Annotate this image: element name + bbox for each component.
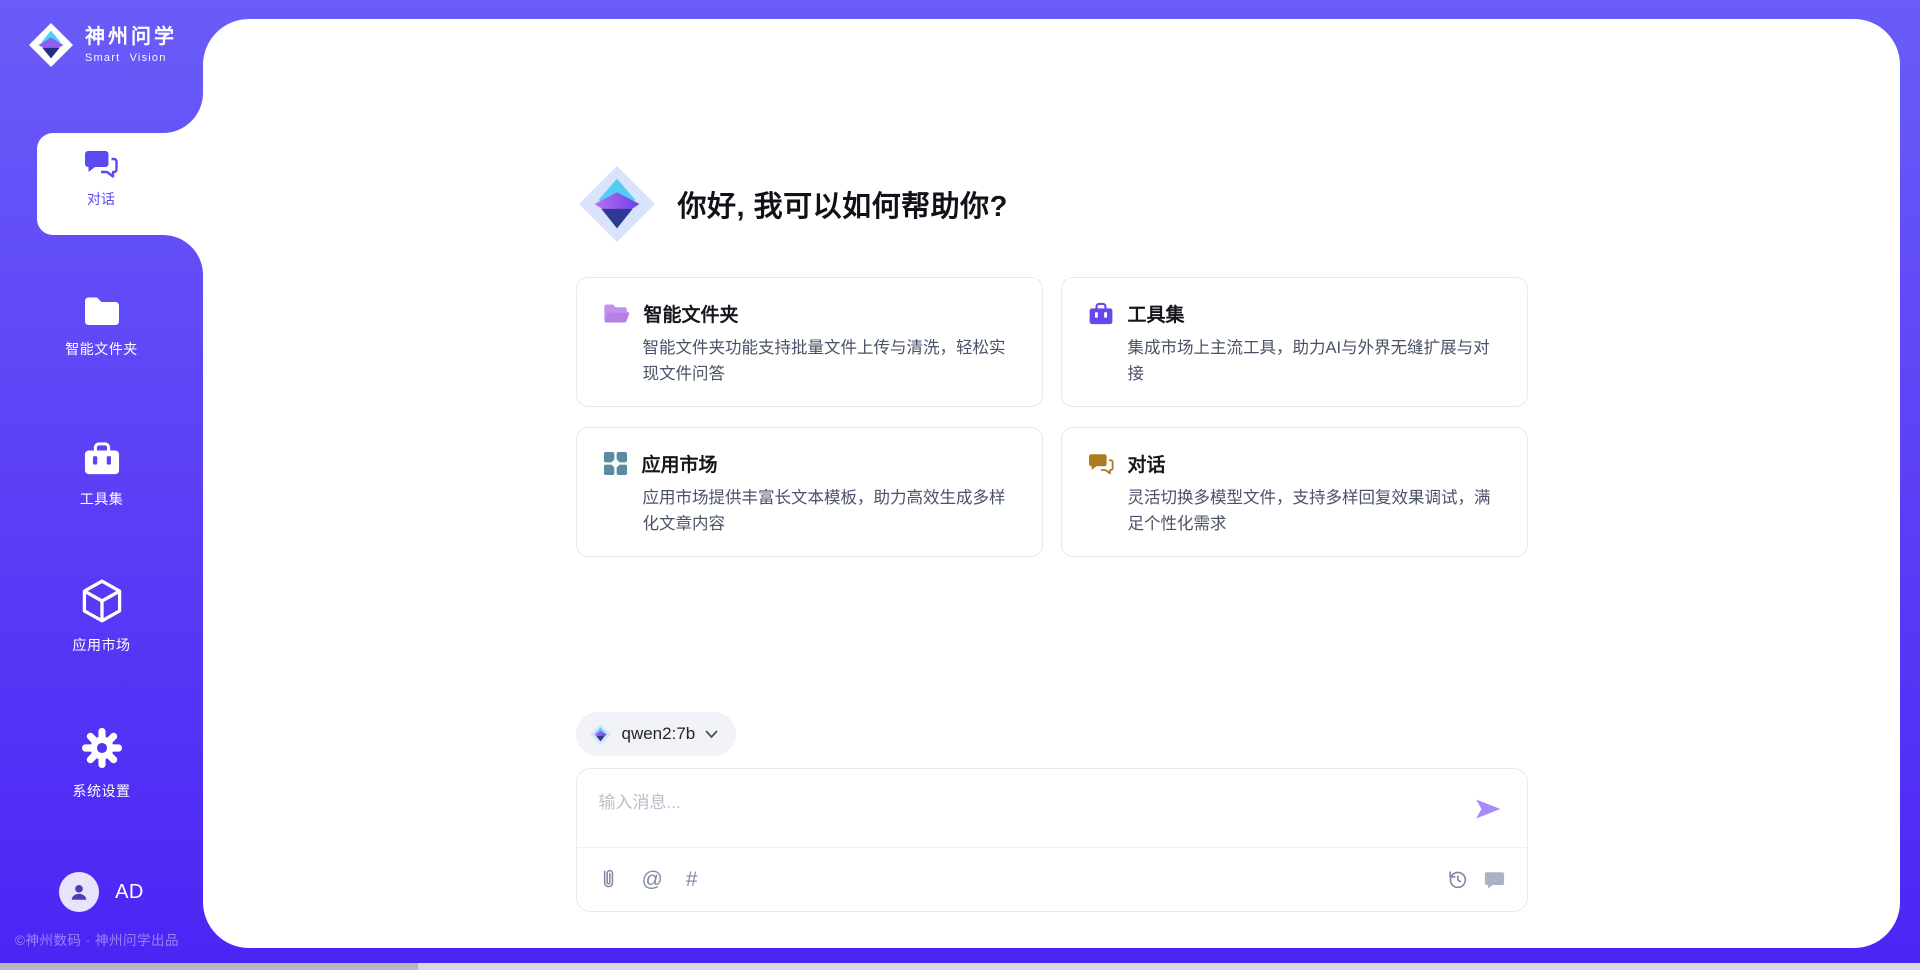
composer-toolbar: @ # xyxy=(577,847,1527,911)
person-icon xyxy=(68,881,90,903)
feature-cards: 智能文件夹 智能文件夹功能支持批量文件上传与清洗，轻松实现文件问答 工具集 xyxy=(576,277,1528,557)
sidebar-item-smart-folder[interactable]: 智能文件夹 xyxy=(0,295,203,359)
card-description: 智能文件夹功能支持批量文件上传与清洗，轻松实现文件问答 xyxy=(643,336,1016,387)
card-title: 对话 xyxy=(1128,450,1166,477)
sidebar-item-chat[interactable]: 对话 xyxy=(37,133,207,235)
topic-button[interactable]: # xyxy=(686,869,698,890)
card-description: 应用市场提供丰富长文本模板，助力高效生成多样化文章内容 xyxy=(643,486,1016,537)
sidebar-item-label: 对话 xyxy=(87,189,115,209)
sidebar-item-toolset[interactable]: 工具集 xyxy=(0,441,203,509)
sidebar-item-label: 工具集 xyxy=(80,489,124,509)
mention-button[interactable]: @ xyxy=(642,869,663,890)
card-chat[interactable]: 对话 灵活切换多模型文件，支持多样回复效果调试，满足个性化需求 xyxy=(1061,427,1528,557)
card-title: 应用市场 xyxy=(642,450,718,477)
message-composer: @ # xyxy=(576,768,1528,912)
brand-name: 神州问学 xyxy=(85,26,177,48)
card-app-market[interactable]: 应用市场 应用市场提供丰富长文本模板，助力高效生成多样化文章内容 xyxy=(576,427,1043,557)
chat-icon xyxy=(1088,452,1114,476)
card-description: 灵活切换多模型文件，支持多样回复效果调试，满足个性化需求 xyxy=(1128,486,1501,537)
chevron-down-icon xyxy=(705,730,718,739)
send-icon xyxy=(1471,792,1505,826)
grid-market-icon xyxy=(603,451,628,476)
brand-diamond-icon xyxy=(28,22,74,68)
chat-icon xyxy=(84,148,118,180)
card-title: 智能文件夹 xyxy=(644,300,739,327)
user-initials: AD xyxy=(115,881,144,904)
horizontal-scrollbar[interactable] xyxy=(0,963,1920,970)
gear-icon xyxy=(81,727,123,769)
sidebar-item-settings[interactable]: 系统设置 xyxy=(0,727,203,801)
user-account[interactable]: AD xyxy=(0,872,203,912)
sidebar-item-app-market[interactable]: 应用市场 xyxy=(0,579,203,655)
card-title: 工具集 xyxy=(1128,300,1185,327)
brand-logo: 神州问学 Smart Vision xyxy=(28,22,177,68)
model-name: qwen2:7b xyxy=(622,724,696,744)
history-icon xyxy=(1447,869,1468,890)
message-bubble-icon xyxy=(1484,869,1505,890)
card-smart-folder[interactable]: 智能文件夹 智能文件夹功能支持批量文件上传与清洗，轻松实现文件问答 xyxy=(576,277,1043,407)
model-selector[interactable]: qwen2:7b xyxy=(576,712,737,756)
briefcase-icon xyxy=(83,441,121,477)
history-button[interactable] xyxy=(1447,869,1468,890)
paperclip-icon xyxy=(599,867,619,891)
briefcase-icon xyxy=(1088,302,1114,326)
sidebar-item-label: 智能文件夹 xyxy=(65,339,138,359)
folder-icon xyxy=(83,295,121,327)
sidebar-footer: ©神州数码 · 神州问学出品 xyxy=(15,929,210,949)
avatar xyxy=(59,872,99,912)
send-button[interactable] xyxy=(1471,792,1505,826)
main-panel: 你好, 我可以如何帮助你? 智能文件夹 智能文件夹功能支持批量文件上传与清洗，轻… xyxy=(203,19,1900,948)
sidebar-item-label: 系统设置 xyxy=(73,781,131,801)
tab-notch-top xyxy=(163,93,203,133)
message-input[interactable] xyxy=(577,769,1437,839)
greeting: 你好, 我可以如何帮助你? xyxy=(576,163,1008,245)
card-toolset[interactable]: 工具集 集成市场上主流工具，助力AI与外界无缝扩展与对接 xyxy=(1061,277,1528,407)
card-description: 集成市场上主流工具，助力AI与外界无缝扩展与对接 xyxy=(1128,336,1501,387)
greeting-title: 你好, 我可以如何帮助你? xyxy=(678,183,1008,225)
model-diamond-icon xyxy=(589,723,612,746)
brand-subtitle: Smart Vision xyxy=(85,52,177,64)
conversation-button[interactable] xyxy=(1484,869,1505,890)
assistant-diamond-icon xyxy=(576,163,658,245)
scrollbar-thumb[interactable] xyxy=(0,963,418,970)
tab-notch-bottom xyxy=(163,235,203,275)
sidebar: 神州问学 Smart Vision 对话 智能文件夹 xyxy=(0,0,203,970)
attach-file-button[interactable] xyxy=(599,867,619,891)
cube-icon xyxy=(82,579,122,623)
open-folder-icon xyxy=(603,302,630,325)
sidebar-item-label: 应用市场 xyxy=(73,635,131,655)
